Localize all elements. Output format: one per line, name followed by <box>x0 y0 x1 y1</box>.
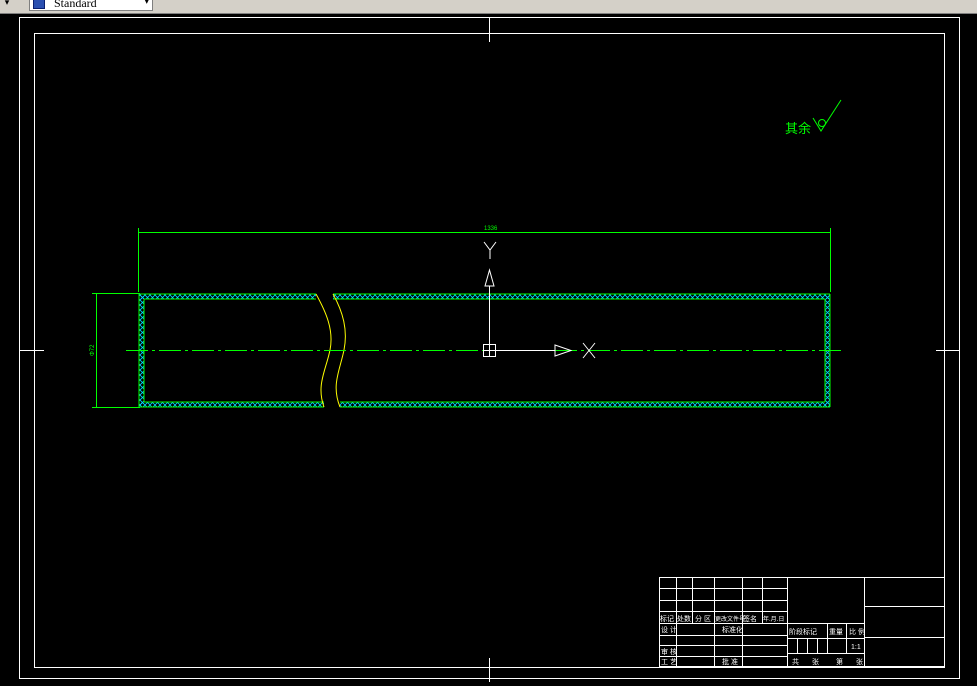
tb-page: 张 <box>856 657 863 666</box>
roughness-symbol-icon <box>812 99 842 132</box>
tb-label-zone: 分 区 <box>695 614 711 623</box>
tb-total: 共 <box>792 657 799 666</box>
tb-label-change-doc: 更改文件号 <box>715 615 745 623</box>
tb-standardization: 标准化 <box>722 625 743 634</box>
tb-label-mark: 标记 <box>660 614 674 623</box>
toolbar-arrow-button[interactable]: ▾ <box>0 0 14 11</box>
length-dimension-text: 1336 <box>484 226 498 232</box>
tb-scale-value: 1:1 <box>851 644 861 651</box>
tb-stage-mark: 阶段标记 <box>789 627 817 636</box>
tb-review: 审 核 <box>661 647 677 656</box>
ucs-icon <box>483 241 596 359</box>
text-style-icon <box>33 0 45 9</box>
length-dimension <box>138 228 831 292</box>
text-style-value: Standard <box>54 0 97 10</box>
tb-approve: 批 准 <box>722 657 738 666</box>
drawing-canvas[interactable]: 其余 1336 Φ72 标记 处数 分 区 更改文件号 签名 年.月.日 设 计… <box>0 14 977 682</box>
tb-sheets: 张 <box>812 657 819 666</box>
text-style-dropdown[interactable]: Standard ▾ <box>29 0 153 11</box>
roughness-note-text: 其余 <box>785 121 811 136</box>
diameter-dimension-text: Φ72 <box>90 344 96 356</box>
chevron-down-icon[interactable]: ▾ <box>144 0 149 7</box>
tb-weight: 重量 <box>829 628 843 636</box>
tb-sheet: 第 <box>836 657 843 666</box>
surface-roughness-note: 其余 <box>785 99 842 136</box>
tb-label-count: 处数 <box>677 614 691 623</box>
toolbar: ▾ Standard ▾ <box>0 0 977 14</box>
cad-drawing: 其余 1336 Φ72 标记 处数 分 区 更改文件号 签名 年.月.日 设 计… <box>19 17 960 682</box>
tb-label-date: 年.月.日 <box>763 615 784 623</box>
tb-label-signature: 签名 <box>743 614 757 623</box>
tb-design: 设 计 <box>661 625 677 634</box>
tb-process: 工 艺 <box>661 658 677 666</box>
tb-scale: 比 例 <box>849 627 865 636</box>
